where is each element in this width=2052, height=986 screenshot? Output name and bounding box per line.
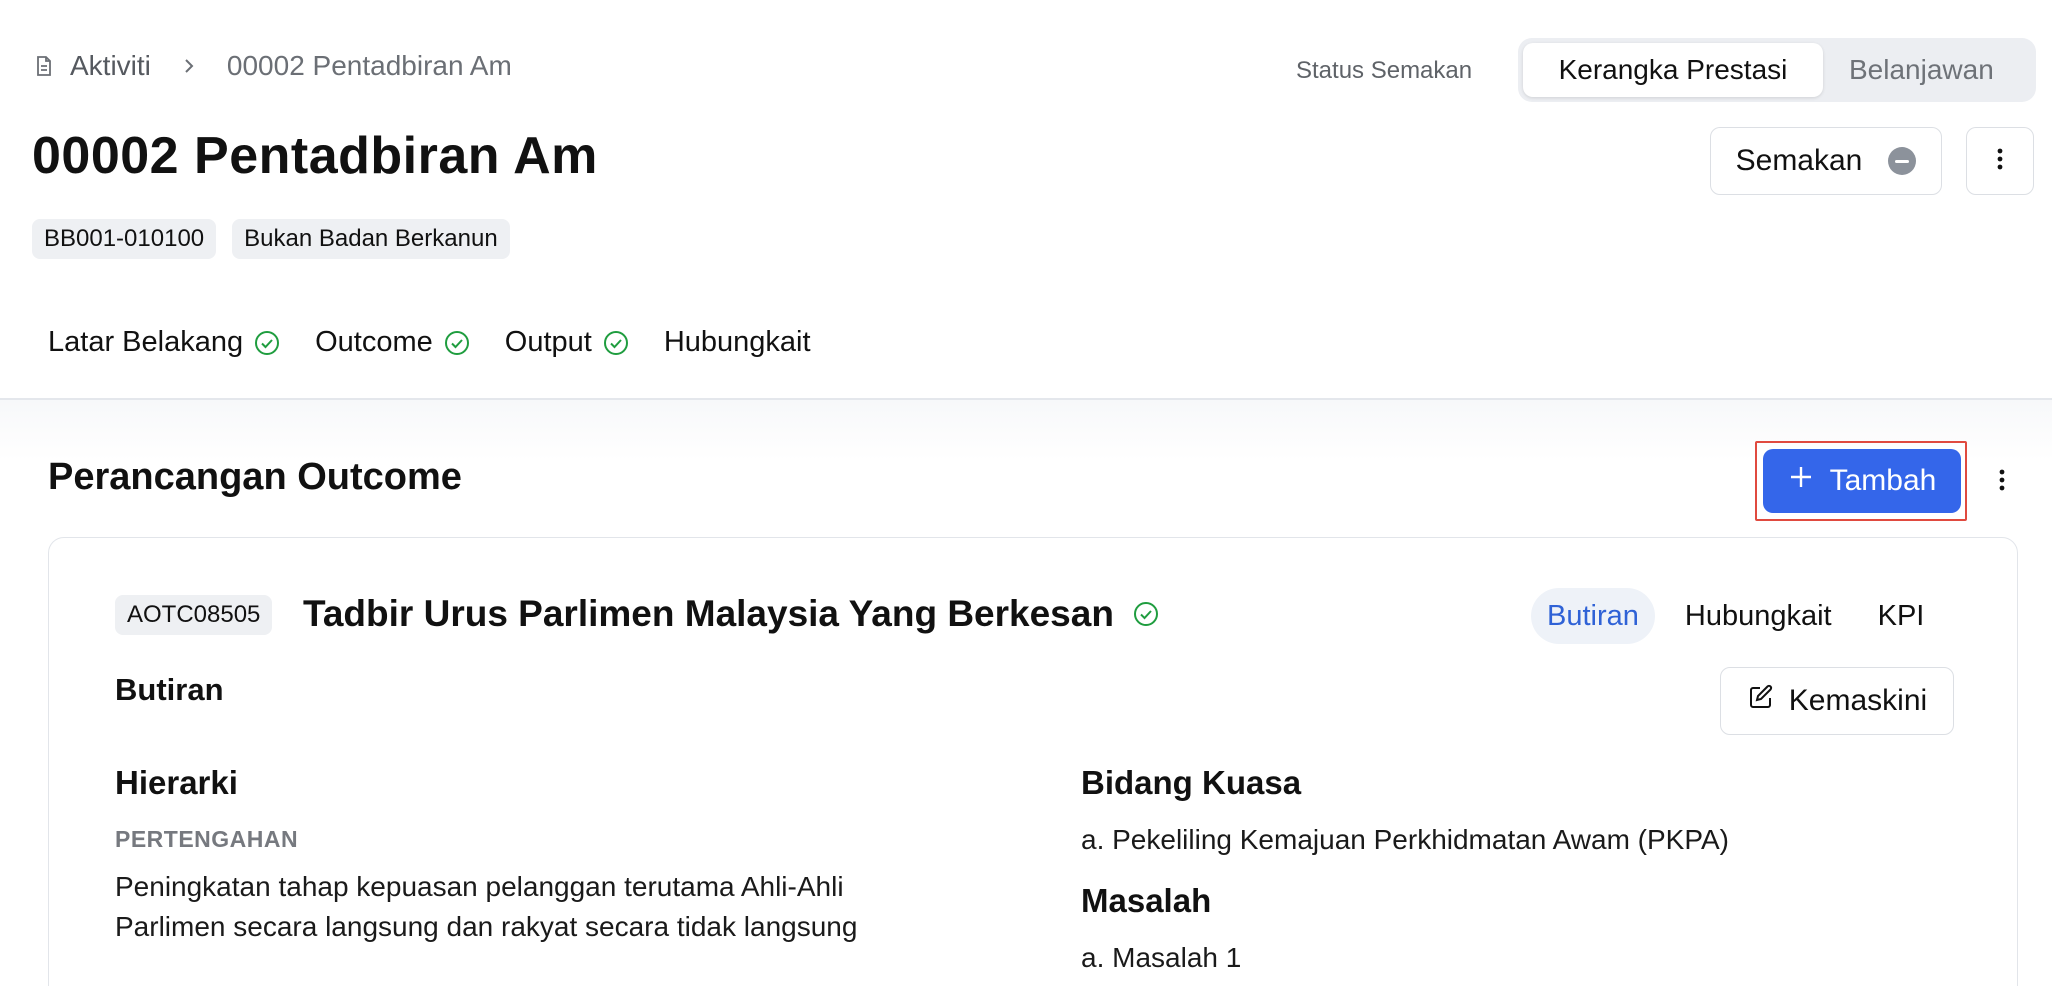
breadcrumb: Aktiviti 00002 Pentadbiran Am — [32, 50, 512, 82]
outcome-title-text: Tadbir Urus Parlimen Malaysia Yang Berke… — [303, 593, 1114, 634]
edit-icon — [1747, 683, 1775, 719]
hierarki-level: PERTENGAHAN — [115, 826, 299, 852]
outcome-code-badge: AOTC08505 — [115, 595, 273, 635]
plus-icon — [1788, 464, 1814, 498]
tab-label: Latar Belakang — [48, 326, 244, 358]
kemaskini-label: Kemaskini — [1788, 684, 1928, 717]
more-vertical-icon — [1997, 148, 2003, 175]
check-circle-icon — [602, 329, 630, 357]
tab-outcome[interactable]: Outcome — [315, 326, 471, 359]
check-circle-icon — [1132, 600, 1160, 628]
chevron-right-icon — [179, 56, 199, 76]
tab-hubungkait[interactable]: Hubungkait — [664, 326, 811, 359]
segment-belanjawan[interactable]: Belanjawan — [1829, 43, 2014, 97]
breadcrumb-aktiviti-link[interactable]: Aktiviti — [70, 50, 151, 82]
check-circle-icon — [253, 329, 281, 357]
tab-label: Outcome — [315, 326, 433, 358]
hierarki-description: Peningkatan tahap kepuasan pelanggan ter… — [115, 867, 995, 947]
card-tab-hubungkait[interactable]: Hubungkait — [1661, 588, 1856, 644]
hierarki-heading: Hierarki — [115, 764, 238, 801]
hierarki-text-line: Peningkatan tahap kepuasan pelanggan ter… — [115, 871, 844, 902]
segment-kerangka-prestasi[interactable]: Kerangka Prestasi — [1523, 43, 1823, 97]
add-button-label: Tambah — [1829, 464, 1937, 497]
card-tab-kpi[interactable]: KPI — [1862, 588, 1941, 644]
breadcrumb-current: 00002 Pentadbiran Am — [226, 50, 512, 81]
hierarki-text-line: Parlimen secara langsung dan rakyat seca… — [115, 911, 858, 942]
document-icon — [32, 54, 56, 78]
semakan-button[interactable]: Semakan — [1710, 127, 1942, 195]
semakan-button-label: Semakan — [1735, 144, 1863, 177]
tag-list: BB001-010100 Bukan Badan Berkanun — [32, 219, 510, 259]
section-title: Perancangan Outcome — [48, 456, 462, 498]
page-more-button[interactable] — [1966, 127, 2034, 195]
tab-label: Output — [504, 326, 592, 358]
masalah-item: a. Masalah 1 — [1081, 942, 1242, 973]
kemaskini-button[interactable]: Kemaskini — [1720, 667, 1954, 735]
section-tabs: Latar Belakang Outcome Output Hubungkait — [48, 326, 811, 359]
details-column: Bidang Kuasa a. Pekeliling Kemajuan Perk… — [1081, 764, 1961, 974]
tab-latar-belakang[interactable]: Latar Belakang — [48, 326, 281, 359]
outcome-title: Tadbir Urus Parlimen Malaysia Yang Berke… — [303, 593, 1160, 635]
section-more-button[interactable] — [1988, 466, 2016, 498]
more-vertical-icon — [1999, 469, 2005, 496]
page-title: 00002 Pentadbiran Am — [32, 127, 598, 185]
tab-label: Hubungkait — [663, 326, 811, 358]
card-tabs: Butiran Hubungkait KPI — [1531, 588, 1940, 644]
minus-circle-icon — [1888, 147, 1917, 175]
add-outcome-button[interactable]: Tambah — [1763, 449, 1961, 513]
bidang-kuasa-heading: Bidang Kuasa — [1081, 764, 1302, 801]
card-tab-butiran[interactable]: Butiran — [1531, 588, 1655, 644]
hierarki-column: Hierarki PERTENGAHAN Peningkatan tahap k… — [115, 764, 995, 947]
tag-code: BB001-010100 — [32, 219, 217, 259]
outcome-card: AOTC08505 Tadbir Urus Parlimen Malaysia … — [48, 537, 2018, 986]
butiran-heading: Butiran — [115, 672, 224, 707]
tab-output[interactable]: Output — [505, 326, 630, 359]
tag-type: Bukan Badan Berkanun — [232, 219, 510, 259]
view-segmented-control: Kerangka Prestasi Belanjawan — [1518, 38, 2036, 102]
status-semakan-label: Status Semakan — [1296, 57, 1473, 84]
bidang-kuasa-item: a. Pekeliling Kemajuan Perkhidmatan Awam… — [1081, 824, 1729, 855]
check-circle-icon — [443, 329, 471, 357]
masalah-heading: Masalah — [1081, 882, 1212, 919]
